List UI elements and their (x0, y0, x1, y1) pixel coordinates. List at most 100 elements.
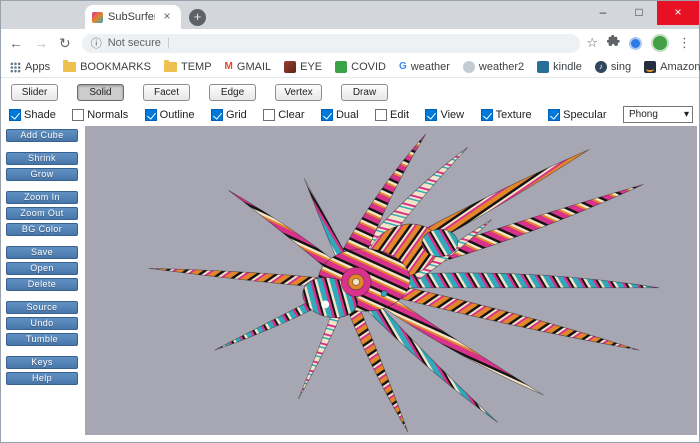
minimize-button[interactable]: – (585, 1, 621, 25)
checkbox-outline[interactable]: Outline (144, 108, 195, 121)
toolbar-button-facet[interactable]: Facet (143, 84, 190, 101)
toolbar-button-slider[interactable]: Slider (11, 84, 58, 101)
address-bar[interactable]: ⓘ Not secure | (81, 33, 581, 53)
workspace: Add Cube Shrink Grow Zoom In Zoom Out BG… (1, 126, 699, 442)
viewport-canvas[interactable] (85, 126, 697, 435)
bookmark-label: sing (610, 61, 632, 73)
bookmark-label: kindle (553, 61, 582, 73)
tab-title: SubSurfer (108, 11, 155, 23)
checkbox-box[interactable] (548, 108, 561, 121)
checkbox-label: Texture (495, 108, 532, 121)
checkbox-normals[interactable]: Normals (72, 108, 129, 121)
toolbar-button-edge[interactable]: Edge (209, 84, 256, 101)
bookmark-apps[interactable]: Apps (10, 61, 50, 73)
address-separator: | (166, 37, 170, 49)
bookmark-label: COVID (351, 61, 386, 73)
grow-button[interactable]: Grow (6, 168, 78, 181)
browser-actions: ⋮ (606, 34, 691, 52)
bookmark-weather[interactable]: G weather (399, 61, 450, 73)
tumble-button[interactable]: Tumble (6, 333, 78, 346)
bookmark-weather2[interactable]: weather2 (462, 61, 525, 73)
checkbox-label: Edit (390, 108, 410, 121)
checkbox-texture[interactable]: Texture (480, 108, 532, 121)
open-button[interactable]: Open (6, 262, 78, 275)
model-3d (148, 133, 660, 433)
menu-kebab-icon[interactable]: ⋮ (678, 35, 691, 51)
checkbox-label: Specular (563, 108, 607, 121)
zoom-out-button[interactable]: Zoom Out (6, 207, 78, 220)
checkbox-box[interactable] (425, 108, 438, 121)
toolbar-button-draw[interactable]: Draw (341, 84, 388, 101)
navigation-bar: ← → ↻ ⓘ Not secure | ☆ ⋮ (1, 29, 699, 57)
undo-button[interactable]: Undo (6, 317, 78, 330)
bookmark-bookmarks-folder[interactable]: BOOKMARKS (63, 60, 151, 73)
checkbox-edit[interactable]: Edit (375, 108, 410, 121)
bookmark-star-icon[interactable]: ☆ (586, 35, 598, 51)
checkbox-box[interactable] (9, 108, 21, 121)
refresh-icon[interactable]: ↻ (59, 35, 71, 52)
source-button[interactable]: Source (6, 301, 78, 314)
checkbox-box[interactable] (480, 108, 493, 121)
bookmarks-bar: Apps BOOKMARKS TEMP M GMAIL EYE COVID G … (1, 57, 700, 78)
checkbox-clear[interactable]: Clear (263, 108, 305, 121)
checkbox-box[interactable] (72, 108, 85, 121)
zoom-in-button[interactable]: Zoom In (6, 191, 78, 204)
google-g-icon: G (398, 61, 407, 72)
subsurfer-app: Slider Solid Facet Edge Vertex Draw Shad… (1, 78, 699, 442)
checkbox-grid[interactable]: Grid (210, 108, 247, 121)
tab-close-icon[interactable]: × (160, 10, 174, 24)
delete-button[interactable]: Delete (6, 278, 78, 291)
shading-select[interactable]: Phong ▾ (622, 106, 693, 123)
bg-color-button[interactable]: BG Color (6, 223, 78, 236)
checkbox-box[interactable] (263, 108, 276, 121)
save-button[interactable]: Save (6, 246, 78, 259)
browser-tab[interactable]: SubSurfer × (85, 5, 181, 29)
maximize-button[interactable]: □ (621, 1, 657, 25)
help-button[interactable]: Help (6, 372, 78, 385)
checkbox-box[interactable] (375, 108, 388, 121)
checkbox-view[interactable]: View (425, 108, 465, 121)
shrink-button[interactable]: Shrink (6, 152, 78, 165)
bookmark-label: GMAIL (236, 61, 272, 73)
eye-icon (284, 61, 297, 73)
vertex-marker[interactable] (321, 300, 330, 309)
checkbox-dual[interactable]: Dual (320, 108, 359, 121)
not-secure-label: Not secure (107, 37, 161, 49)
checkbox-shade[interactable]: Shade (9, 108, 56, 121)
chevron-down-icon: ▾ (683, 109, 689, 120)
checkbox-label: Clear (278, 108, 305, 121)
weather-icon (462, 61, 475, 73)
toolbar-button-vertex[interactable]: Vertex (275, 84, 322, 101)
extension-blue-icon[interactable] (629, 36, 642, 50)
add-cube-button[interactable]: Add Cube (6, 129, 78, 142)
covid-icon (335, 61, 348, 73)
new-tab-button[interactable]: + (189, 9, 206, 26)
keys-button[interactable]: Keys (6, 356, 78, 369)
bookmark-gmail[interactable]: M GMAIL (225, 61, 272, 73)
forward-icon[interactable]: → (34, 35, 48, 51)
back-icon[interactable]: ← (9, 35, 23, 51)
bookmark-temp[interactable]: TEMP (163, 60, 212, 73)
checkbox-box[interactable] (320, 108, 333, 121)
bookmark-sing[interactable]: ♪ sing (594, 61, 632, 73)
mode-toolbar: Slider Solid Facet Edge Vertex Draw (1, 78, 699, 104)
info-icon[interactable]: ⓘ (91, 35, 102, 51)
bookmark-amazon-music[interactable]: Amazon Music Libr... (644, 61, 700, 73)
checkbox-label: Dual (335, 108, 359, 121)
close-button[interactable]: × (657, 1, 699, 25)
toolbar-button-solid[interactable]: Solid (77, 84, 124, 101)
checkbox-box[interactable] (144, 108, 157, 121)
bookmark-covid[interactable]: COVID (335, 61, 386, 73)
extensions-icon[interactable] (606, 34, 620, 52)
checkbox-label: Normals (87, 108, 129, 121)
checkbox-specular[interactable]: Specular (548, 108, 607, 121)
bookmark-label: weather2 (478, 61, 525, 73)
window-controls: – □ × (585, 1, 699, 25)
profile-avatar[interactable] (651, 34, 669, 52)
checkbox-box[interactable] (210, 108, 223, 121)
checkbox-label: View (440, 108, 465, 121)
music-note-icon: ♪ (594, 61, 607, 73)
bookmark-eye[interactable]: EYE (284, 61, 322, 73)
bookmark-kindle[interactable]: kindle (537, 61, 582, 73)
bookmark-label: Apps (25, 61, 51, 73)
